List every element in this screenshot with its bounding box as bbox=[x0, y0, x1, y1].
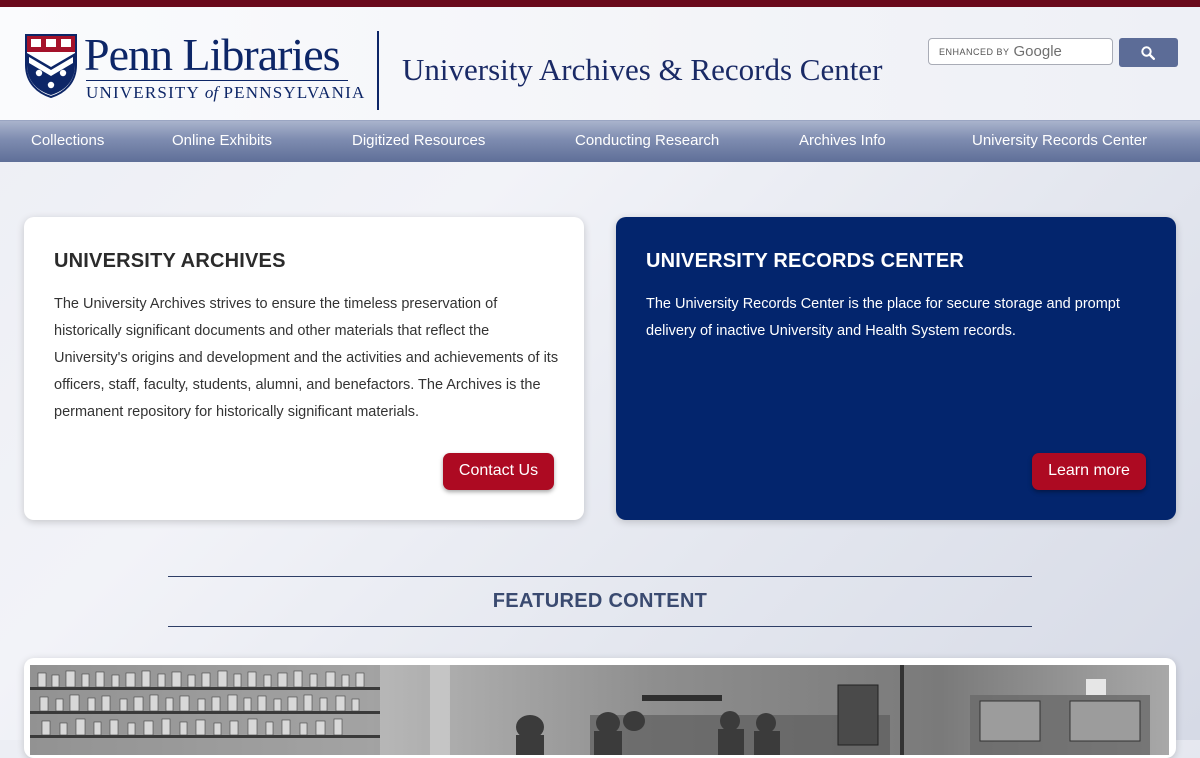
featured-content-heading: FEATURED CONTENT bbox=[492, 590, 708, 612]
archival-lab-photo bbox=[30, 665, 1169, 755]
records-card-text: The University Records Center is the pla… bbox=[646, 296, 1120, 339]
archives-card-text: The University Archives strives to ensur… bbox=[54, 296, 559, 420]
nav-item-university-records-center[interactable]: University Records Center bbox=[972, 132, 1147, 149]
archives-card-title: UNIVERSITY ARCHIVES bbox=[54, 250, 286, 272]
search-button[interactable] bbox=[1119, 38, 1178, 67]
logo-wordmark[interactable]: Penn Libraries bbox=[84, 29, 341, 81]
logo-subtitle-part1: University bbox=[86, 83, 200, 102]
nav-item-conducting-research[interactable]: Conducting Research bbox=[575, 132, 719, 149]
featured-divider-top bbox=[168, 576, 1032, 577]
learn-more-button[interactable]: Learn more bbox=[1032, 453, 1146, 490]
logo-subtitle-part2: Pennsylvania bbox=[223, 83, 366, 102]
university-archives-card: UNIVERSITY ARCHIVES The University Archi… bbox=[24, 217, 584, 520]
university-records-center-card: UNIVERSITY RECORDS CENTER The University… bbox=[616, 217, 1176, 520]
featured-divider-bottom bbox=[168, 626, 1032, 627]
top-accent-bar bbox=[0, 0, 1200, 7]
search-watermark-enhanced: ENHANCED BY bbox=[939, 46, 1010, 57]
logo-rule bbox=[86, 80, 348, 81]
header-divider bbox=[377, 31, 379, 110]
logo-subtitle-of: of bbox=[204, 83, 219, 102]
search-watermark: ENHANCED BY Google bbox=[939, 43, 1062, 61]
search-icon bbox=[1141, 46, 1155, 60]
records-card-title: UNIVERSITY RECORDS CENTER bbox=[646, 250, 965, 272]
site-header: Penn Libraries University of Pennsylvani… bbox=[0, 7, 1200, 120]
nav-item-online-exhibits[interactable]: Online Exhibits bbox=[172, 132, 272, 149]
contact-us-button[interactable]: Contact Us bbox=[443, 453, 554, 490]
search-watermark-google: Google bbox=[1013, 43, 1062, 61]
nav-item-digitized-resources[interactable]: Digitized Resources bbox=[352, 132, 485, 149]
featured-image[interactable] bbox=[30, 665, 1169, 755]
logo-subtitle: University of Pennsylvania bbox=[86, 83, 365, 103]
penn-shield-icon[interactable] bbox=[24, 33, 78, 99]
site-title[interactable]: University Archives & Records Center bbox=[402, 51, 882, 89]
main-nav: Collections Online Exhibits Digitized Re… bbox=[0, 120, 1200, 162]
nav-item-collections[interactable]: Collections bbox=[31, 132, 104, 149]
nav-item-archives-info[interactable]: Archives Info bbox=[799, 132, 886, 149]
search-input[interactable]: ENHANCED BY Google bbox=[928, 38, 1113, 65]
